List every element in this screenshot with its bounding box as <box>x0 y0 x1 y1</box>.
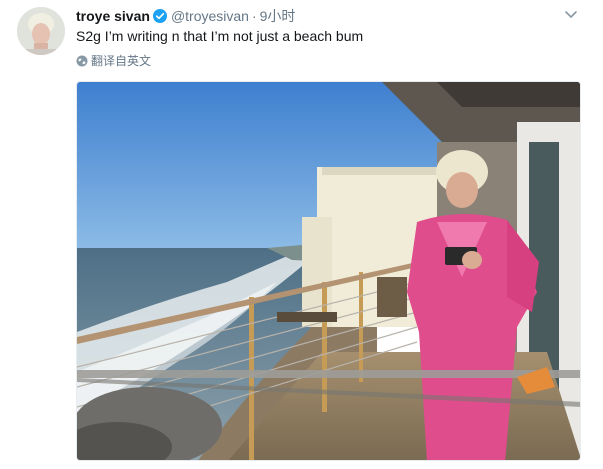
tweet-photo[interactable] <box>76 81 581 461</box>
tweet-text: S2g I’m writing n that I’m not just a be… <box>76 28 364 44</box>
screen-name[interactable]: @troyesivan <box>171 8 249 24</box>
display-name[interactable]: troye sivan <box>76 8 150 24</box>
tweet-header: troye sivan @troyesivan · 9小时 <box>76 6 295 26</box>
chevron-down-icon[interactable] <box>562 8 580 22</box>
translate-tweet-link[interactable]: 翻译自英文 <box>76 52 151 69</box>
globe-icon <box>76 55 88 66</box>
translate-label: 翻译自英文 <box>91 54 152 68</box>
avatar[interactable] <box>17 7 65 55</box>
separator-dot: · <box>251 8 257 24</box>
verified-badge-icon <box>152 9 167 23</box>
avatar-image <box>17 7 65 55</box>
tweet: troye sivan @troyesivan · 9小时 S2g I’m wr… <box>0 0 603 469</box>
timestamp[interactable]: 9小时 <box>260 6 296 26</box>
photo-image <box>77 82 580 460</box>
